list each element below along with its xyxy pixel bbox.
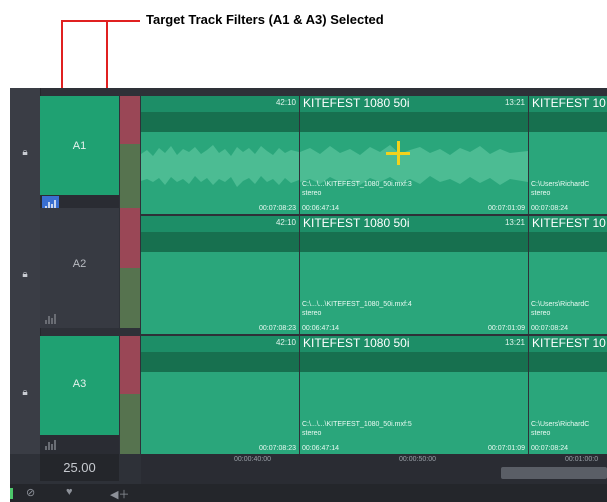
audio-waveform xyxy=(141,145,299,187)
clip-tc-start: 00:07:08:23 xyxy=(259,445,296,452)
clip-tc-next: 00:07:08:24 xyxy=(531,325,568,332)
clip-tc-in: 00:06:47:14 xyxy=(302,445,339,452)
clip-title: KITEFEST 10 xyxy=(532,336,606,350)
clip-tc-start: 00:07:08:23 xyxy=(259,325,296,332)
track-a2-meter xyxy=(120,208,140,328)
track-header-a3[interactable]: A3 xyxy=(40,336,119,435)
clip-title: KITEFEST 1080 50i xyxy=(303,336,410,350)
clip-title: KITEFEST 1080 50i xyxy=(303,216,410,230)
target-track-filter-a3-button[interactable] xyxy=(42,436,59,453)
clip-tc-end: 42:10 xyxy=(275,338,296,347)
track-a1-meter xyxy=(120,96,140,208)
annotation-text: Target Track Filters (A1 & A3) Selected xyxy=(146,12,384,27)
clip-selected-a1[interactable]: KITEFEST 1080 50i 13:21 C:\...\...\KITEFE… xyxy=(300,96,528,214)
clip-stereo: stereo xyxy=(302,430,322,437)
clip-tc-next: 00:07:08:24 xyxy=(531,445,568,452)
track-header-a1[interactable]: A1 xyxy=(40,96,119,195)
clip-stereo: stereo xyxy=(531,430,551,437)
level-meter-icon[interactable] xyxy=(10,487,13,499)
clip-stereo: stereo xyxy=(302,310,322,317)
clip-path: C:\Users\RichardC xyxy=(531,181,590,188)
clip-tc-right: 13:21 xyxy=(504,218,525,227)
track-name: A1 xyxy=(72,140,87,152)
clip-stereo: stereo xyxy=(531,190,551,197)
heart-check-icon[interactable]: ♥ xyxy=(66,486,73,498)
track-name: A2 xyxy=(72,258,87,270)
clip-path: C:\Users\RichardC xyxy=(531,421,590,428)
lock-icon[interactable]: 🔒︎ xyxy=(20,148,30,158)
clip-right[interactable]: KITEFEST 10 C:\Users\RichardC stereo 00:… xyxy=(529,336,607,454)
clip-stereo: stereo xyxy=(302,190,322,197)
clip-path: C:\...\...\KITEFEST_1080_50i. xyxy=(302,301,395,308)
track-a3-lock-column: 🔒︎ xyxy=(10,328,41,454)
clip-path-suffix: mxf:5 xyxy=(394,421,412,428)
clip-path: C:\Users\RichardC xyxy=(531,301,590,308)
track-a2-lock-column: 🔒︎ xyxy=(10,208,41,328)
clip-left[interactable]: 42:10 00:07:08:23 xyxy=(141,216,299,334)
timeline-tracks: 42:10 00:07:08:23 KITEFEST 1080 50i 13:21 xyxy=(141,96,607,454)
clip-right[interactable]: KITEFEST 10 C:\Users\RichardC stereo 00:… xyxy=(529,96,607,214)
clip-title: KITEFEST 1080 50i xyxy=(303,96,410,110)
clip-title: KITEFEST 10 xyxy=(532,216,606,230)
clip-tc-in: 00:06:47:14 xyxy=(302,205,339,212)
time-ruler[interactable]: 00:00:40:00 00:00:50:00 00:01:00:0 xyxy=(141,454,607,484)
clip-title: KITEFEST 10 xyxy=(532,96,606,110)
track-name: A3 xyxy=(72,378,87,390)
clip-info: C:\Users\RichardC stereo xyxy=(531,300,589,318)
clip-tc-end: 42:10 xyxy=(275,98,296,107)
annotation-line-horizontal xyxy=(62,20,140,22)
target-track-filter-a2-button[interactable] xyxy=(42,310,59,327)
clip-tc-out: 00:07:01:09 xyxy=(488,325,525,332)
playhead-cursor-icon xyxy=(386,141,410,165)
track-row-a1: 42:10 00:07:08:23 KITEFEST 1080 50i 13:21 xyxy=(141,96,607,214)
clip-right[interactable]: KITEFEST 10 C:\Users\RichardC stereo 00:… xyxy=(529,216,607,334)
clip-info: C:\Users\RichardC stereo xyxy=(531,420,589,438)
clip-left[interactable]: 42:10 00:07:08:23 xyxy=(141,336,299,454)
ruler-tick: 00:00:50:00 xyxy=(399,456,436,463)
track-a3-meter xyxy=(120,336,140,454)
timeline-panel: 🔒︎ A1 🔒︎ A2 🔒︎ A3 42:10 00:07:08:23 KITE… xyxy=(10,88,607,502)
track-a1-lock-column: 🔒︎ xyxy=(10,88,41,208)
ruler-tick: 00:01:00:0 xyxy=(565,456,599,463)
clip-path: C:\...\...\KITEFEST_1080_50i. xyxy=(302,181,395,188)
clip-stereo: stereo xyxy=(531,310,551,317)
clip-tc-right: 13:21 xyxy=(504,338,525,347)
clip-tc-out: 00:07:01:09 xyxy=(488,205,525,212)
clip-tc-out: 00:07:01:09 xyxy=(488,445,525,452)
timecode-box[interactable]: 25.00 xyxy=(40,454,119,481)
lock-icon[interactable]: 🔒︎ xyxy=(20,388,30,398)
track-row-a2: 42:10 00:07:08:23 KITEFEST 1080 50i 13:21… xyxy=(141,216,607,334)
clip-tc-start: 00:07:08:23 xyxy=(259,205,296,212)
lock-icon[interactable]: 🔒︎ xyxy=(20,270,30,280)
speaker-icon[interactable]: ◀＋ xyxy=(110,486,129,502)
clip-path-suffix: mxf:4 xyxy=(394,301,412,308)
clip-path-suffix: mxf:3 xyxy=(394,181,412,188)
track-a2-filter-strip xyxy=(40,309,119,328)
clip-tc-next: 00:07:08:24 xyxy=(531,205,568,212)
hide-icon[interactable]: ⊘ xyxy=(26,486,35,499)
clip-info: C:\...\...\KITEFEST_1080_50i.mxf:4 stere… xyxy=(302,300,412,318)
clip-tc-end: 42:10 xyxy=(275,218,296,227)
bottom-toolbar: ⊘ ♥ ◀＋ xyxy=(10,484,607,502)
clip-selected-a3[interactable]: KITEFEST 1080 50i 13:21 C:\...\...\KITEFE… xyxy=(300,336,528,454)
track-a3-filter-strip xyxy=(40,435,119,454)
clip-tc-in: 00:06:47:14 xyxy=(302,325,339,332)
clip-info: C:\...\...\KITEFEST_1080_50i.mxf:3 stere… xyxy=(302,180,412,198)
clip-left[interactable]: 42:10 00:07:08:23 xyxy=(141,96,299,214)
timeline-scrollbar[interactable] xyxy=(501,467,607,479)
clip-info: C:\Users\RichardC stereo xyxy=(531,180,589,198)
ruler-tick: 00:00:40:00 xyxy=(234,456,271,463)
clip-a2[interactable]: KITEFEST 1080 50i 13:21 C:\...\...\KITEFE… xyxy=(300,216,528,334)
clip-tc-right: 13:21 xyxy=(504,98,525,107)
clip-path: C:\...\...\KITEFEST_1080_50i. xyxy=(302,421,395,428)
track-row-a3: 42:10 00:07:08:23 KITEFEST 1080 50i 13:21… xyxy=(141,336,607,454)
clip-info: C:\...\...\KITEFEST_1080_50i.mxf:5 stere… xyxy=(302,420,412,438)
